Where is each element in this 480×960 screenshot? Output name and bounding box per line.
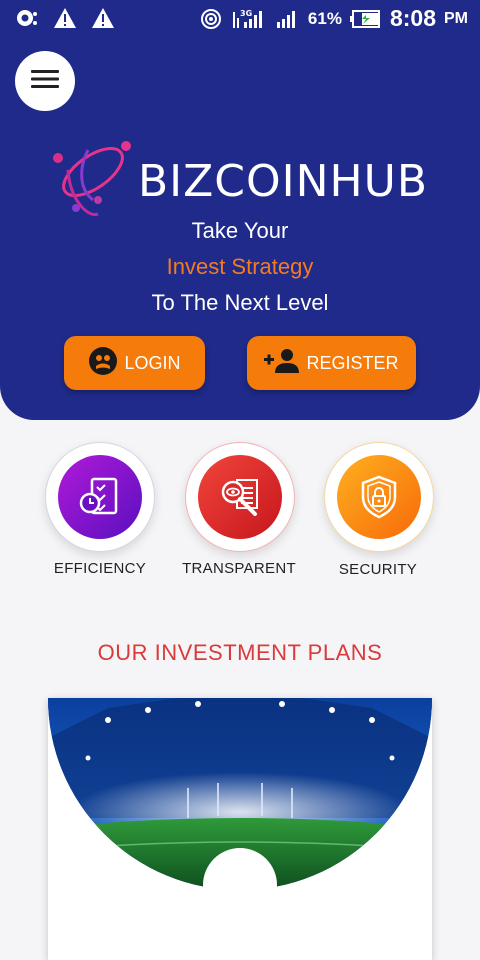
tagline-line2: Invest Strategy (166, 254, 314, 279)
register-label: REGISTER (306, 352, 399, 373)
clock-time: 8:08 (389, 5, 436, 31)
warning-icon (52, 7, 78, 29)
user-face-icon (88, 346, 118, 381)
feature-label-transparent: TRANSPARENT (182, 560, 296, 577)
tagline-line3: To The Next Level (151, 290, 329, 315)
camera-notification-icon (14, 7, 40, 29)
hero-header: 3G 61% 8:08 PM BIZCOINHUB Take Your Inve… (0, 0, 480, 420)
status-bar: 3G 61% 8:08 PM (0, 0, 480, 36)
brand-logo: BIZCOINHUB (48, 130, 438, 220)
investment-plans-title: OUR INVESTMENT PLANS (97, 640, 383, 665)
feature-transparent[interactable] (185, 442, 295, 552)
hotspot-icon (198, 8, 224, 30)
battery-charging-icon (349, 8, 382, 30)
warning-icon (90, 7, 116, 29)
magnify-eye-icon (198, 455, 282, 539)
battery-percent: 61% (307, 8, 342, 28)
feature-label-efficiency: EFFICIENCY (53, 560, 147, 577)
add-user-icon (264, 348, 300, 379)
checklist-clock-icon (58, 455, 142, 539)
feature-security[interactable] (324, 442, 434, 552)
brand-name: BIZCOINHUB (138, 156, 429, 207)
tagline-line1: Take Your (191, 218, 289, 243)
hamburger-menu-icon (31, 69, 59, 94)
feature-label-security: SECURITY (338, 561, 418, 578)
logo-mark-icon (53, 141, 131, 217)
clock-ampm: PM (444, 9, 468, 27)
signal-3g-icon: 3G (232, 8, 266, 30)
shield-lock-icon (337, 455, 421, 539)
plan-avatar (203, 848, 277, 922)
feature-efficiency[interactable] (45, 442, 155, 552)
network-type-label: 3G (240, 9, 252, 18)
login-label: LOGIN (124, 352, 181, 373)
login-button[interactable]: LOGIN (64, 336, 205, 390)
menu-button[interactable] (15, 51, 75, 111)
plan-card[interactable] (48, 698, 432, 960)
register-button[interactable]: REGISTER (247, 336, 416, 390)
signal-icon (274, 8, 300, 30)
